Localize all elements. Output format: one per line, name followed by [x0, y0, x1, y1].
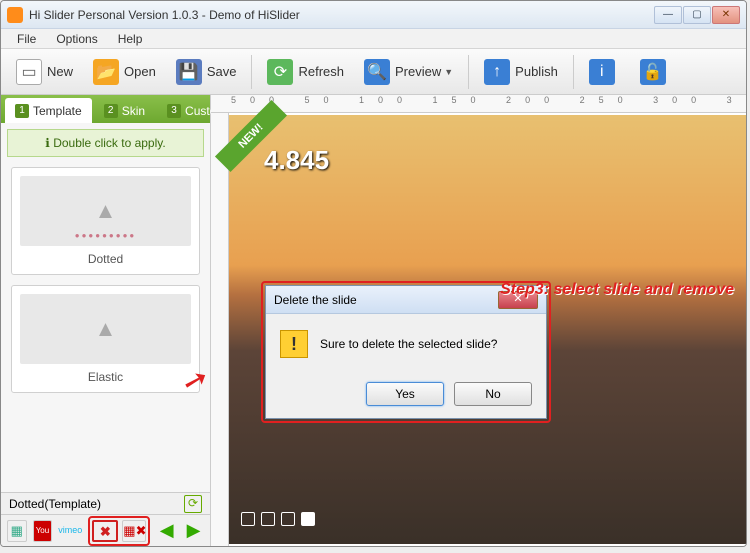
window-title: Hi Slider Personal Version 1.0.3 - Demo …	[29, 8, 300, 22]
ruler-vertical	[211, 113, 229, 546]
delete-slide-button[interactable]: ✖	[92, 520, 118, 542]
lock-icon: 🔓	[640, 59, 666, 85]
menu-file[interactable]: File	[7, 29, 46, 48]
yes-button[interactable]: Yes	[366, 382, 444, 406]
slide-overlay-text: 4.845	[264, 145, 329, 176]
pager-dot[interactable]	[261, 512, 275, 526]
youtube-icon[interactable]: You	[33, 520, 53, 542]
template-item-dotted[interactable]: ▲●●●●●●●●● Dotted	[11, 167, 200, 275]
source-icons-row: ▦ You vimeo ✖ ▦✖ ◀ ▶	[1, 514, 210, 546]
tab-skin[interactable]: 2Skin	[94, 98, 155, 123]
separator	[468, 55, 469, 89]
reload-button[interactable]: ⟳	[184, 495, 202, 513]
menu-help[interactable]: Help	[108, 29, 153, 48]
ruler-horizontal: 500 50 100 150 200 250 300 350 400 450 5…	[211, 95, 747, 113]
no-button[interactable]: No	[454, 382, 532, 406]
dialog-message: Sure to delete the selected slide?	[320, 337, 497, 351]
menubar: File Options Help	[1, 29, 746, 49]
prev-slide-button[interactable]: ◀	[156, 520, 177, 542]
template-thumb-icon: ▲	[20, 294, 191, 364]
publish-button[interactable]: ↑Publish	[475, 54, 567, 90]
close-button[interactable]: ✕	[712, 6, 740, 24]
main-window: Hi Slider Personal Version 1.0.3 - Demo …	[0, 0, 747, 547]
app-logo-icon	[7, 7, 23, 23]
template-thumb-icon: ▲●●●●●●●●●	[20, 176, 191, 246]
vimeo-icon[interactable]: vimeo	[58, 520, 82, 542]
open-button[interactable]: 📂Open	[84, 54, 165, 90]
template-item-elastic[interactable]: ▲ Elastic	[11, 285, 200, 393]
pager-dot[interactable]	[241, 512, 255, 526]
annotation-text: Step3: select slide and remove	[500, 281, 734, 299]
refresh-button[interactable]: ⟳Refresh	[258, 54, 353, 90]
pager	[241, 512, 315, 526]
menu-options[interactable]: Options	[46, 29, 107, 48]
next-slide-button[interactable]: ▶	[183, 520, 204, 542]
bottom-panel: 173566 417476 417487 443845 Basic Info	[1, 546, 746, 547]
save-button[interactable]: 💾Save	[167, 54, 246, 90]
new-button[interactable]: ▭New	[7, 54, 82, 90]
warning-icon: !	[280, 330, 308, 358]
titlebar[interactable]: Hi Slider Personal Version 1.0.3 - Demo …	[1, 1, 746, 29]
separator	[573, 55, 574, 89]
refresh-icon: ⟳	[267, 59, 293, 85]
lock-button[interactable]: 🔓	[631, 54, 680, 90]
tab-template[interactable]: 1Template	[5, 98, 92, 123]
dialog-title: Delete the slide	[274, 293, 357, 307]
chevron-down-icon[interactable]: ▼	[444, 67, 453, 77]
hint-bar: ℹ Double click to apply.	[7, 129, 204, 157]
sidebar-status: Dotted(Template) ⟳	[1, 492, 210, 514]
maximize-button[interactable]: ▢	[683, 6, 711, 24]
preview-button[interactable]: 🔍Preview▼	[355, 54, 462, 90]
new-icon: ▭	[16, 59, 42, 85]
save-icon: 💾	[176, 59, 202, 85]
minimize-button[interactable]: —	[654, 6, 682, 24]
separator	[251, 55, 252, 89]
template-list[interactable]: ▲●●●●●●●●● Dotted ▲ Elastic	[1, 163, 210, 492]
info-icon: i	[589, 59, 615, 85]
publish-icon: ↑	[484, 59, 510, 85]
pager-dot[interactable]	[301, 512, 315, 526]
sidebar: 1Template 2Skin 3Custom ℹ Double click t…	[1, 95, 211, 546]
delete-all-button[interactable]: ▦✖	[122, 520, 146, 542]
pager-dot[interactable]	[281, 512, 295, 526]
sidebar-tabs: 1Template 2Skin 3Custom	[1, 95, 210, 123]
info-button[interactable]: i	[580, 54, 629, 90]
dialog-delete-slide: Delete the slide ✕ ! Sure to delete the …	[261, 281, 551, 423]
open-icon: 📂	[93, 59, 119, 85]
add-image-icon[interactable]: ▦	[7, 520, 27, 542]
preview-icon: 🔍	[364, 59, 390, 85]
toolbar: ▭New 📂Open 💾Save ⟳Refresh 🔍Preview▼ ↑Pub…	[1, 49, 746, 95]
